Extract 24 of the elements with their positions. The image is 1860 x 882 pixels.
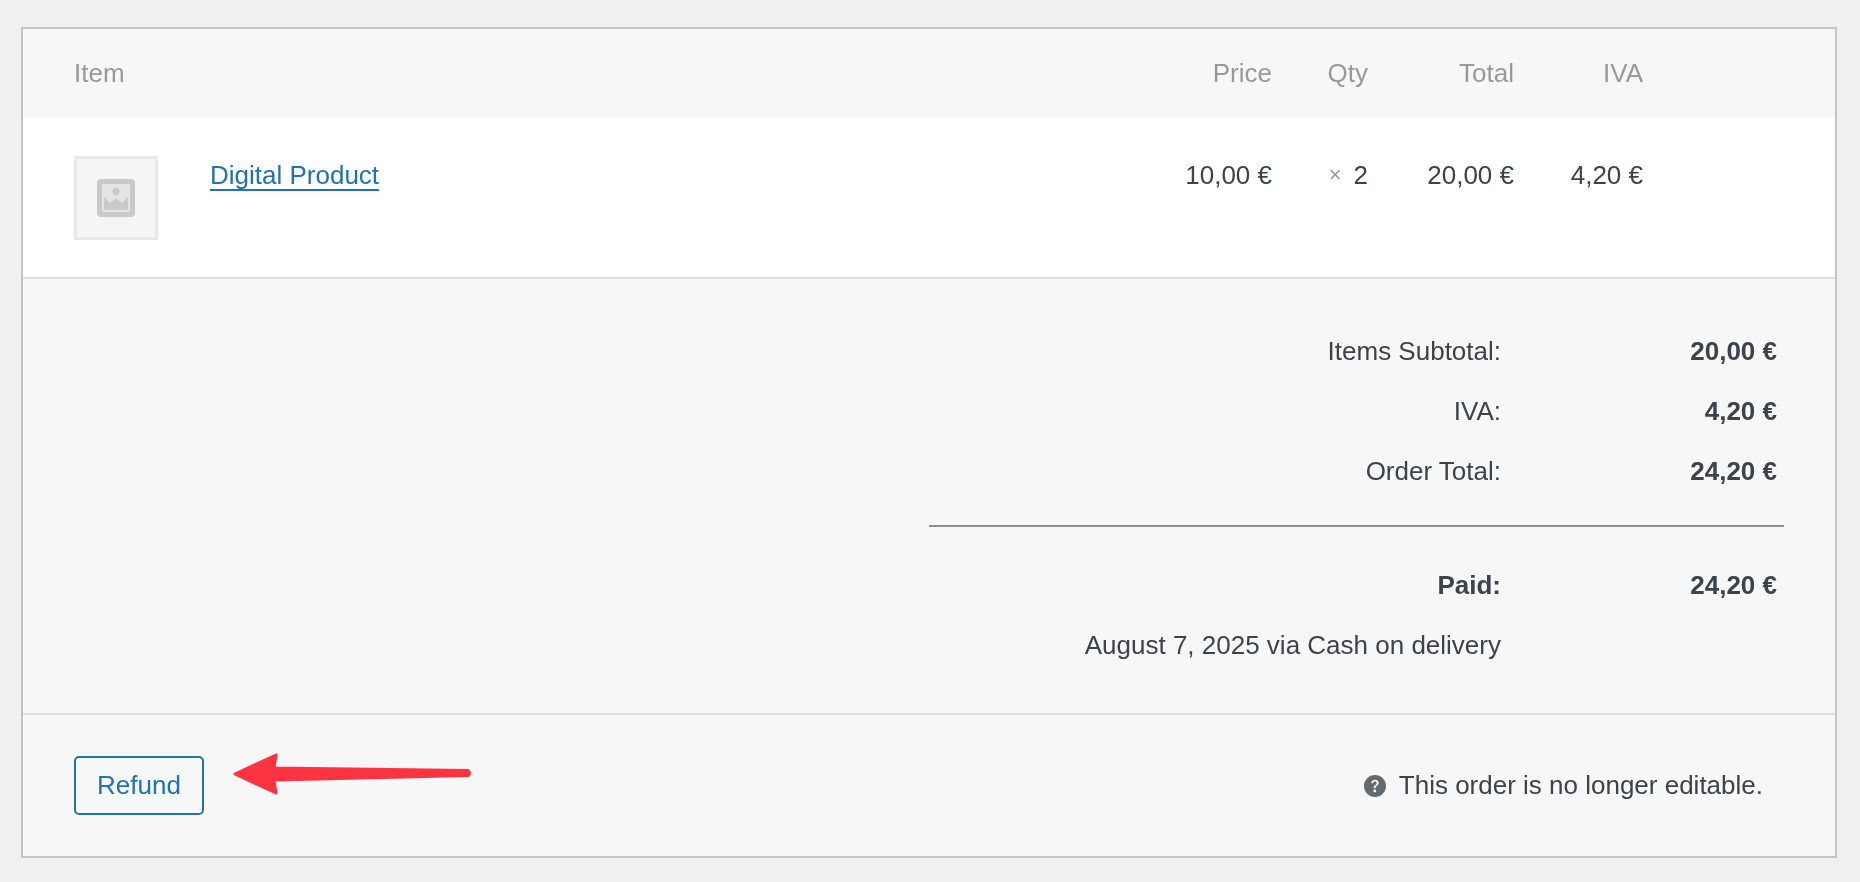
total-value: 4,20 € xyxy=(1704,395,1777,426)
payment-note: August 7, 2025 via Cash on delivery xyxy=(1084,629,1501,660)
help-icon xyxy=(1363,774,1386,797)
refund-button[interactable]: Refund xyxy=(74,756,204,815)
tax-value: 4,20 € xyxy=(1570,160,1643,190)
total-label: IVA: xyxy=(1453,395,1501,426)
total-value: 20,00 € xyxy=(1690,335,1777,366)
column-header: Item xyxy=(74,57,125,88)
total-label: Order Total: xyxy=(1365,455,1501,486)
price-value: 10,00 € xyxy=(1185,160,1272,190)
notice-text: This order is no longer editable. xyxy=(1398,769,1763,802)
paid-value: 24,20 € xyxy=(1690,569,1777,600)
product-link[interactable]: Digital Product xyxy=(210,160,380,190)
column-header: Total xyxy=(1459,57,1514,88)
total-label: Items Subtotal: xyxy=(1327,335,1501,366)
column-header: Price xyxy=(1212,57,1272,88)
total-value: 24,20 € xyxy=(1690,455,1777,486)
image-icon xyxy=(97,179,135,217)
line-total-value: 20,00 € xyxy=(1427,160,1514,190)
times-sign: × xyxy=(1328,161,1342,189)
column-header: Qty xyxy=(1327,57,1368,88)
quantity-value: 2 xyxy=(1353,160,1368,190)
paid-label: Paid: xyxy=(1437,569,1501,600)
column-header: IVA xyxy=(1603,57,1643,88)
